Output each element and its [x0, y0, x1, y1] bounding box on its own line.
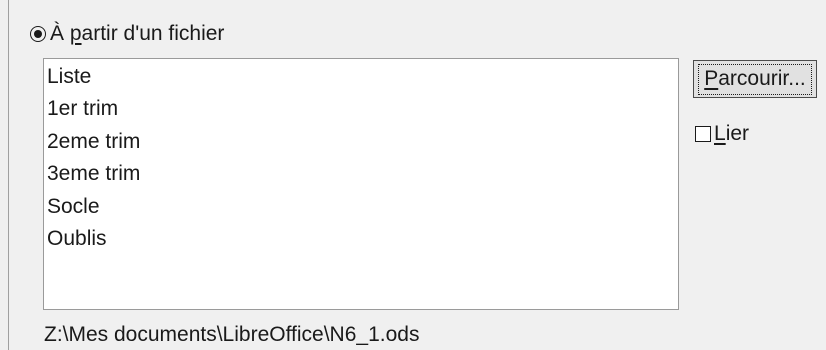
radio-button-selected[interactable]	[30, 26, 46, 42]
list-item[interactable]: Liste	[44, 61, 678, 93]
dialog-left-border	[8, 0, 9, 350]
link-checkbox[interactable]	[695, 126, 711, 142]
list-item[interactable]: 1er trim	[44, 93, 678, 125]
browse-button-label: Parcourir...	[698, 63, 812, 95]
from-file-label: À partir d'un fichier	[50, 22, 225, 45]
from-file-radio-option[interactable]: À partir d'un fichier	[30, 20, 224, 48]
radio-dot-icon	[34, 30, 42, 38]
link-checkbox-label: Lier	[714, 122, 750, 145]
browse-button[interactable]: Parcourir...	[693, 60, 817, 98]
link-checkbox-option[interactable]: Lier	[695, 120, 749, 148]
list-item[interactable]: Socle	[44, 191, 678, 223]
list-item[interactable]: Oublis	[44, 223, 678, 255]
list-item[interactable]: 2eme trim	[44, 126, 678, 158]
list-item[interactable]: 3eme trim	[44, 158, 678, 190]
file-path-text: Z:\Mes documents\LibreOffice\N6_1.ods	[44, 323, 420, 346]
sheet-names-listbox[interactable]: Liste 1er trim 2eme trim 3eme trim Socle…	[43, 58, 679, 310]
